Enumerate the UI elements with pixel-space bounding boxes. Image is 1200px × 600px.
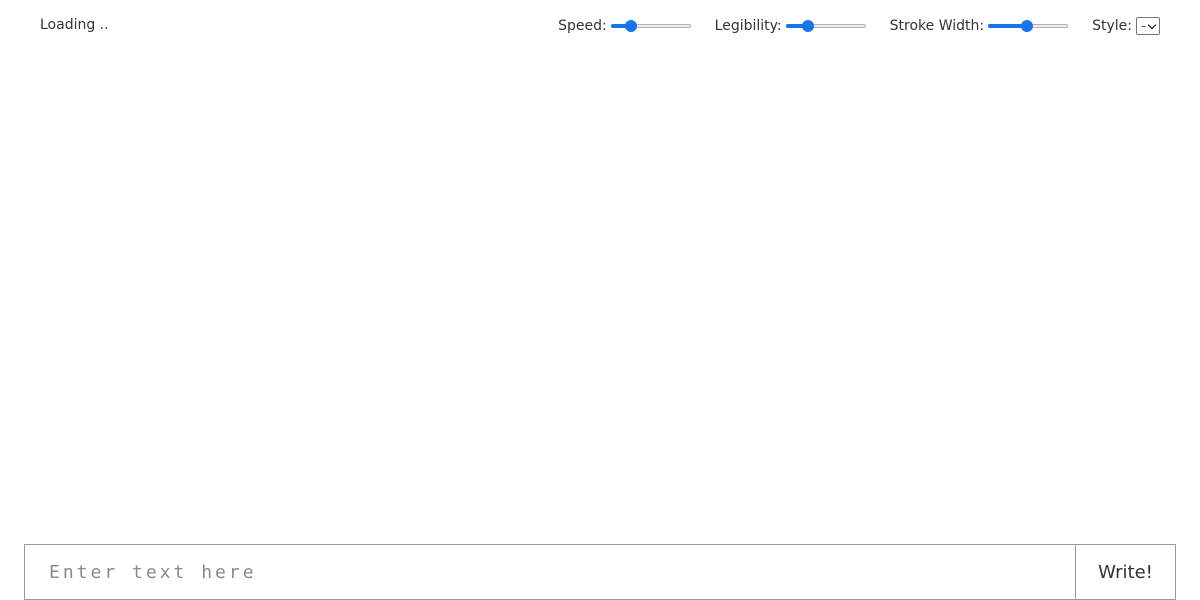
slider-thumb[interactable]: [802, 20, 815, 32]
legibility-label: Legibility:: [714, 18, 782, 34]
stroke-width-label: Stroke Width:: [889, 18, 985, 34]
legibility-slider[interactable]: [785, 18, 866, 34]
stroke-width-slider[interactable]: [988, 18, 1069, 34]
slider-thumb[interactable]: [624, 20, 637, 32]
style-control: Style: –: [1092, 17, 1160, 35]
loading-status: Loading ..: [40, 17, 109, 33]
slider-thumb[interactable]: [1020, 20, 1033, 32]
style-select[interactable]: –: [1136, 17, 1160, 35]
chevron-down-icon: [1147, 20, 1157, 29]
write-button[interactable]: Write!: [1075, 544, 1176, 600]
style-label: Style:: [1092, 18, 1132, 34]
speed-control: Speed:: [558, 18, 691, 34]
write-form: Write!: [24, 544, 1176, 600]
controls-bar: Speed: Legibility: Stroke Width: Style: …: [558, 15, 1160, 37]
speed-slider[interactable]: [610, 18, 691, 34]
speed-label: Speed:: [558, 18, 607, 34]
text-input[interactable]: [24, 544, 1075, 600]
legibility-control: Legibility:: [715, 18, 866, 34]
stroke-width-control: Stroke Width:: [889, 18, 1069, 34]
style-selected-value: –: [1141, 20, 1146, 32]
